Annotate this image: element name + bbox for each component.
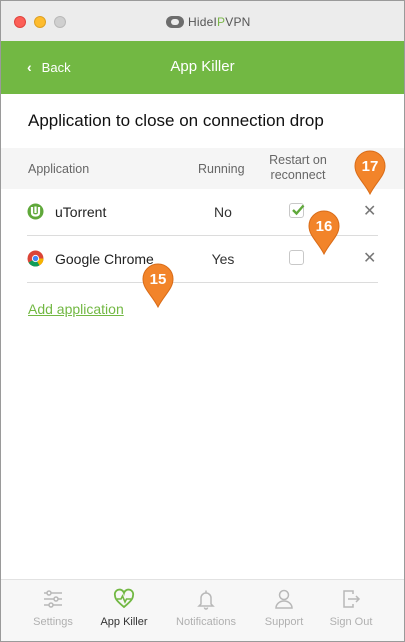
remove-app-button[interactable]: ✕: [363, 248, 376, 268]
running-status: Yes: [211, 251, 235, 267]
section-title: Application to close on connection drop: [28, 111, 324, 130]
brand-name: HideIPVPN: [188, 15, 251, 29]
app-window: HideIPVPN ‹ Back App Killer Application …: [0, 0, 405, 642]
bell-icon: [197, 590, 215, 610]
header-running: Running: [198, 162, 245, 176]
title-bar: HideIPVPN: [1, 1, 404, 42]
tab-label: Sign Out: [329, 616, 373, 628]
callout-16: 16: [307, 210, 341, 256]
app-table: Application Running Restart on reconnect …: [1, 148, 404, 283]
close-window-button[interactable]: [14, 16, 26, 28]
app-name: uTorrent: [55, 204, 107, 220]
add-application-link[interactable]: Add application: [28, 301, 124, 317]
table-header: Application Running Restart on reconnect: [1, 148, 404, 189]
brand: HideIPVPN: [166, 14, 251, 30]
sign-out-icon: [343, 590, 361, 608]
hideipvpn-logo-icon: [166, 16, 184, 28]
nav-bar: ‹ Back App Killer: [1, 41, 404, 94]
tab-label: App Killer: [100, 616, 148, 628]
tab-app-killer[interactable]: App Killer: [84, 588, 164, 628]
tab-label: Settings: [33, 616, 73, 628]
person-icon: [275, 589, 293, 609]
header-application: Application: [28, 162, 90, 176]
callout-15: 15: [141, 263, 175, 309]
running-status: No: [214, 204, 232, 220]
callout-17: 17: [353, 150, 387, 196]
page-title: App Killer: [170, 58, 235, 75]
callout-number: 15: [149, 271, 167, 288]
heart-pulse-icon: [113, 588, 135, 609]
tab-sign-out[interactable]: Sign Out: [311, 588, 391, 628]
utorrent-icon: [27, 203, 44, 220]
header-restart: Restart on reconnect: [269, 153, 327, 182]
tab-settings[interactable]: Settings: [13, 588, 93, 628]
callout-number: 16: [315, 218, 333, 235]
check-icon: [292, 204, 305, 216]
sliders-icon: [44, 590, 62, 608]
bottom-tab-bar: Settings App Killer Notifications Suppor…: [1, 579, 404, 641]
tab-label: Notifications: [176, 616, 236, 628]
minimize-window-button[interactable]: [34, 16, 46, 28]
zoom-window-button[interactable]: [54, 16, 66, 28]
app-name: Google Chrome: [55, 251, 154, 267]
remove-app-button[interactable]: ✕: [363, 201, 376, 221]
restart-checkbox[interactable]: [289, 250, 304, 265]
restart-checkbox[interactable]: [289, 203, 305, 218]
callout-number: 17: [361, 158, 379, 175]
tab-notifications[interactable]: Notifications: [166, 588, 246, 628]
chrome-icon: [27, 250, 44, 267]
